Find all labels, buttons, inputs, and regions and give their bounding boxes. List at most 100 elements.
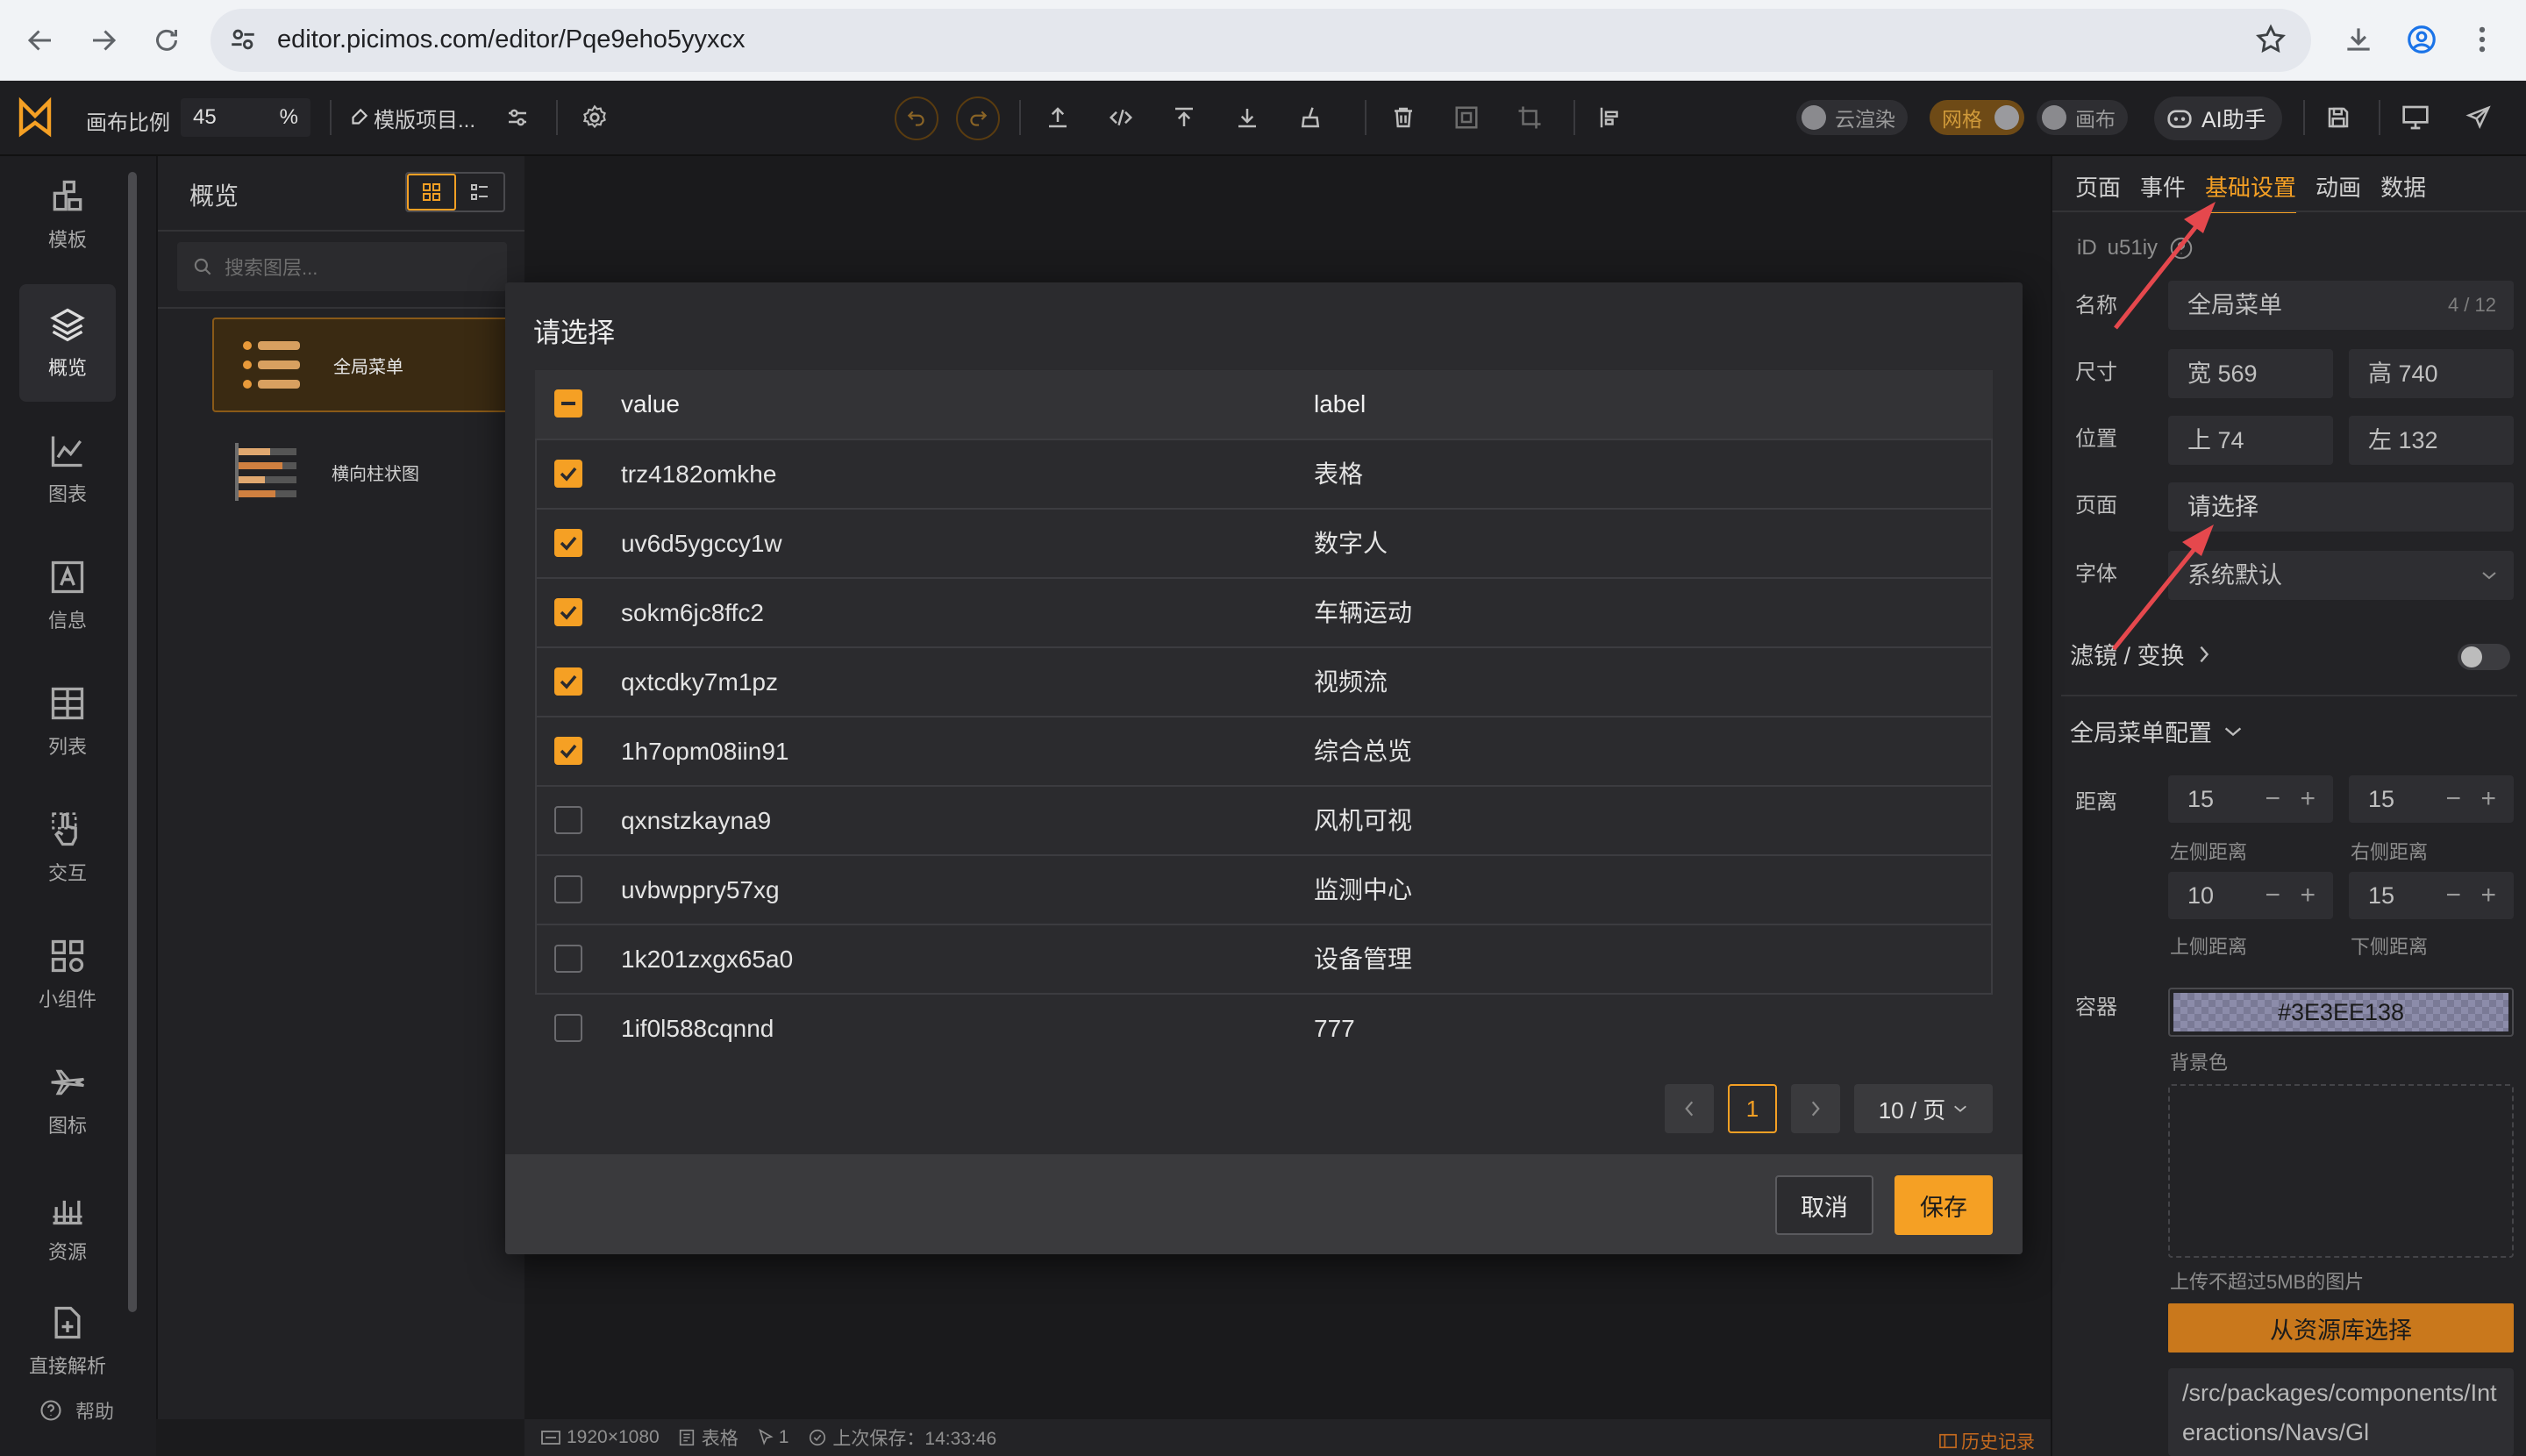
row-checkbox-unchecked[interactable] [554, 1014, 582, 1042]
grid-view-icon[interactable] [407, 174, 456, 211]
more-menu-icon[interactable] [2472, 23, 2493, 56]
sidebar-item-resource[interactable]: 资源 [19, 1168, 116, 1286]
tab-animation[interactable]: 动画 [2316, 170, 2361, 203]
left-input[interactable]: 左 132 [2349, 416, 2514, 465]
row-checkbox-unchecked[interactable] [554, 875, 582, 903]
next-page-button[interactable] [1791, 1084, 1840, 1133]
history-link[interactable]: 历史记录 [1938, 1428, 2035, 1454]
sidebar-item-info[interactable]: 信息 [19, 537, 116, 654]
sidebar-item-interaction[interactable]: 交互 [19, 789, 116, 907]
top-distance-stepper[interactable]: 10 − + [2168, 872, 2333, 919]
page-size-select[interactable]: 10 / 页 [1854, 1084, 1993, 1133]
table-row[interactable]: qxtcdky7m1pz 视频流 [535, 646, 1993, 716]
cell-value: uvbwppry57xg [621, 876, 780, 903]
bookmark-star-icon[interactable] [2254, 23, 2287, 56]
sidebar-item-parse[interactable]: 直接解析 [19, 1293, 116, 1389]
list-view-icon[interactable] [456, 174, 503, 211]
component-path-input[interactable]: /src/packages/components/Interactions/Na… [2168, 1368, 2514, 1456]
sidebar-item-icons[interactable]: 图标 [19, 1042, 116, 1160]
row-checkbox-checked[interactable] [554, 737, 582, 765]
prev-page-button[interactable] [1665, 1084, 1714, 1133]
bring-to-top-icon[interactable] [1165, 98, 1203, 137]
sidebar-scrollbar[interactable] [128, 172, 137, 1312]
row-checkbox-unchecked[interactable] [554, 945, 582, 973]
plus-icon[interactable]: + [2480, 775, 2496, 823]
select-all-checkbox[interactable] [554, 389, 582, 418]
row-checkbox-checked[interactable] [554, 529, 582, 557]
ai-assistant-button[interactable]: AI助手 [2154, 96, 2282, 140]
layer-item-global-menu[interactable]: 全局菜单 [212, 318, 524, 412]
left-distance-label: 左侧距离 [2170, 841, 2248, 863]
table-row[interactable]: qxnstzkayna9 风机可视 [535, 785, 1993, 854]
row-checkbox-checked[interactable] [554, 598, 582, 626]
id-label: iD [2077, 236, 2097, 260]
bottom-distance-stepper[interactable]: 15 − + [2349, 872, 2514, 919]
table-row[interactable]: sokm6jc8ffc2 车辆运动 [535, 577, 1993, 646]
save-disk-icon[interactable] [2319, 98, 2358, 137]
table-row[interactable]: 1k201zxgx65a0 设备管理 [535, 924, 1993, 993]
profile-icon[interactable] [2405, 23, 2438, 56]
undo-icon[interactable] [895, 96, 938, 140]
table-row[interactable]: uvbwppry57xg 监测中心 [535, 854, 1993, 924]
page-number-button[interactable]: 1 [1728, 1084, 1777, 1133]
back-icon[interactable] [25, 25, 56, 56]
save-button[interactable]: 保存 [1894, 1175, 1993, 1235]
forward-icon[interactable] [88, 25, 119, 56]
minus-icon[interactable]: − [2265, 872, 2280, 919]
help-link[interactable]: 帮助 [39, 1396, 114, 1424]
ungroup-icon[interactable] [1510, 98, 1549, 137]
align-left-icon[interactable] [1591, 98, 1630, 137]
sidebar-item-chart[interactable]: 图表 [19, 410, 116, 528]
sidebar-item-template[interactable]: 模板 [19, 156, 116, 274]
tab-data[interactable]: 数据 [2380, 170, 2426, 203]
table-row[interactable]: trz4182omkhe 表格 [535, 439, 1993, 508]
sidebar-item-overview[interactable]: 概览 [19, 284, 116, 402]
select-from-library-button[interactable]: 从资源库选择 [2168, 1303, 2514, 1353]
delete-icon[interactable] [1384, 98, 1423, 137]
height-input[interactable]: 高 740 [2349, 349, 2514, 398]
site-info-icon[interactable] [228, 25, 258, 54]
layer-item-bar-chart[interactable]: 横向柱状图 [212, 428, 524, 516]
filter-toggle[interactable] [2458, 644, 2510, 670]
left-distance-stepper[interactable]: 15 − + [2168, 775, 2333, 823]
right-distance-stepper[interactable]: 15 − + [2349, 775, 2514, 823]
row-checkbox-checked[interactable] [554, 460, 582, 488]
publish-send-icon[interactable] [2459, 98, 2498, 137]
bg-color-picker[interactable]: #3E3EE138 [2168, 988, 2514, 1037]
table-row[interactable]: uv6d5ygccy1w 数字人 [535, 508, 1993, 577]
sidebar-item-widget[interactable]: 小组件 [19, 916, 116, 1033]
download-tool-icon[interactable] [1228, 98, 1267, 137]
clean-brush-icon[interactable] [1291, 98, 1330, 137]
row-checkbox-unchecked[interactable] [554, 806, 582, 834]
canvas-toggle[interactable]: 画布 [2037, 100, 2128, 135]
table-row[interactable]: 1h7opm08iin91 综合总览 [535, 716, 1993, 785]
redo-icon[interactable] [956, 96, 1000, 140]
left-sidebar: 模板 概览 图表 信息 列表 交互 小组件 图标 资源 直接解析 帮助 [0, 156, 156, 1456]
toggle-knob [1802, 105, 1826, 130]
minus-icon[interactable]: − [2265, 775, 2280, 823]
settings-gear-icon[interactable] [575, 98, 614, 137]
minus-icon[interactable]: − [2445, 775, 2461, 823]
upload-icon[interactable] [1038, 98, 1077, 137]
cancel-button[interactable]: 取消 [1775, 1175, 1873, 1235]
grid-toggle[interactable]: 网格 [1930, 100, 2024, 135]
canvas-ratio-input[interactable]: 45 % [181, 98, 310, 137]
group-icon[interactable] [1447, 98, 1486, 137]
reload-icon[interactable] [151, 25, 182, 56]
sliders-icon[interactable] [498, 98, 537, 137]
config-section-header[interactable]: 全局菜单配置 [2070, 714, 2244, 748]
code-icon[interactable] [1102, 98, 1140, 137]
minus-icon[interactable]: − [2445, 872, 2461, 919]
preview-monitor-icon[interactable] [2396, 98, 2435, 137]
plus-icon[interactable]: + [2300, 872, 2316, 919]
cloud-render-toggle[interactable]: 云渲染 [1796, 100, 1908, 135]
layer-search-input[interactable]: 搜索图层... [177, 242, 507, 291]
download-icon[interactable] [2342, 23, 2375, 56]
row-checkbox-checked[interactable] [554, 667, 582, 696]
plus-icon[interactable]: + [2300, 775, 2316, 823]
sidebar-item-list[interactable]: 列表 [19, 663, 116, 781]
plus-icon[interactable]: + [2480, 872, 2496, 919]
template-project-button[interactable]: 模版项目... [347, 98, 475, 137]
table-row[interactable]: 1if0l588cqnnd 777 [535, 993, 1993, 1062]
image-upload-area[interactable] [2168, 1084, 2514, 1258]
